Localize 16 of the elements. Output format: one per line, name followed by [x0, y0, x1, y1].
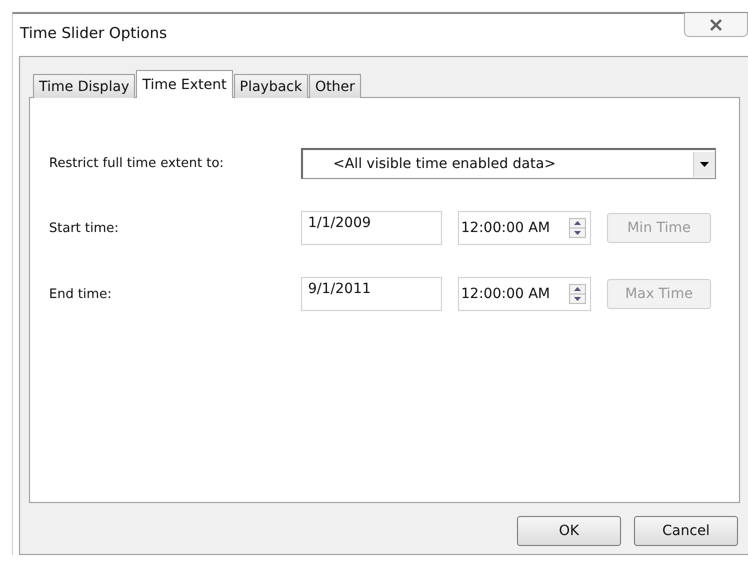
tab[interactable]: Time Display — [33, 74, 136, 98]
close-icon — [709, 18, 723, 30]
field-label: Start time: — [49, 220, 120, 236]
extent-dropdown[interactable]: <All visible time enabled data> — [301, 148, 716, 179]
window-title: Time Slider Options — [20, 24, 167, 42]
tab[interactable]: Playback — [234, 74, 308, 98]
tab[interactable]: Time Extent — [136, 70, 233, 98]
field-label: End time: — [49, 286, 113, 302]
tab[interactable]: Other — [309, 74, 361, 98]
ok-button[interactable]: OK — [517, 516, 621, 546]
dropdown-arrow-icon — [700, 162, 709, 166]
field-label: Restrict full time extent to: — [49, 156, 225, 171]
spinner-icon — [569, 218, 586, 238]
close-button[interactable] — [684, 13, 748, 37]
spinner-icon — [569, 284, 586, 304]
cancel-button[interactable]: Cancel — [634, 516, 738, 546]
